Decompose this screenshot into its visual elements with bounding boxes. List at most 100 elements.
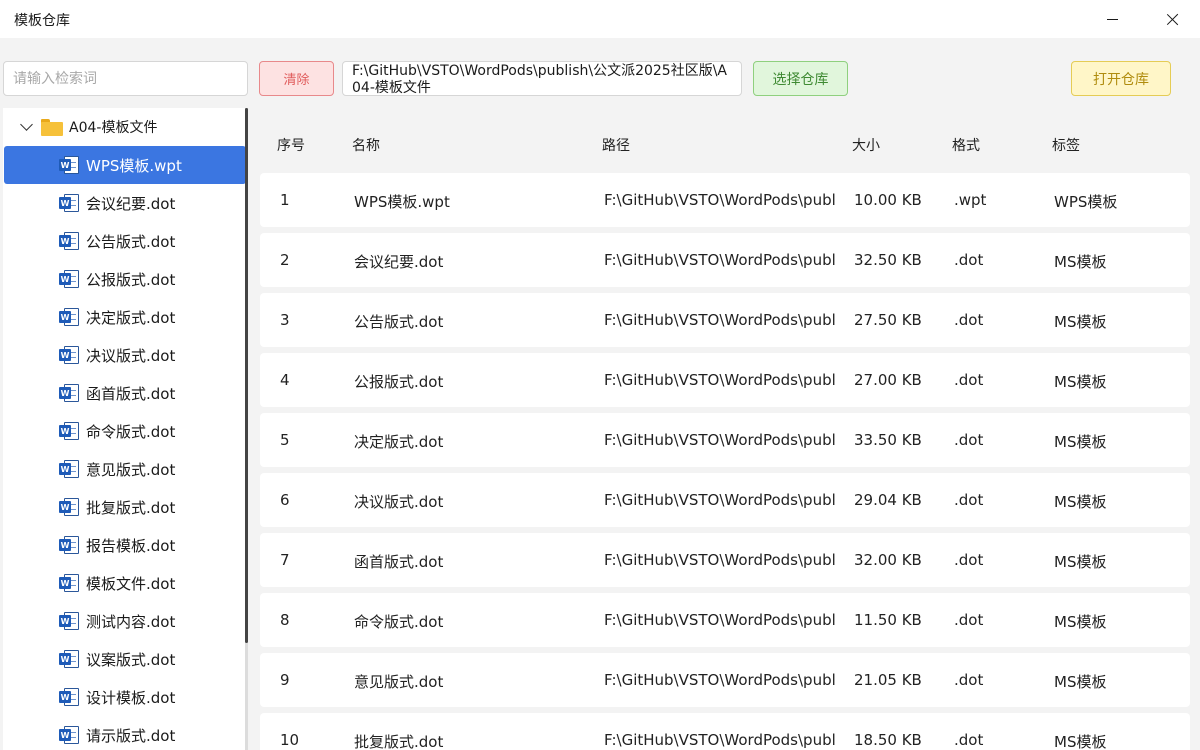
table-row[interactable]: 8 命令版式.dot F:\GitHub\VSTO\WordPods\publ 11.… <box>260 593 1190 647</box>
tree-item[interactable]: W 模板文件.dot <box>4 564 245 602</box>
tree-item-label: 议案版式.dot <box>86 650 176 669</box>
cell-path: F:\GitHub\VSTO\WordPods\publ <box>604 551 836 569</box>
cell-size: 33.50 KB <box>854 431 922 449</box>
tree-item-label: 模板文件.dot <box>86 574 176 593</box>
cell-path: F:\GitHub\VSTO\WordPods\publ <box>604 311 836 329</box>
cell-index: 8 <box>280 611 290 629</box>
tree-item[interactable]: W 请示版式.dot <box>4 716 245 750</box>
cell-format: .dot <box>954 611 984 629</box>
window-title: 模板仓库 <box>14 13 70 29</box>
file-tree: A04-模板文件 W WPS模板.wpt W 会议纪要.dot W 公告版式.dot W 公报… <box>3 108 248 750</box>
cell-size: 27.50 KB <box>854 311 922 329</box>
word-doc-icon: W <box>59 726 79 744</box>
cell-path: F:\GitHub\VSTO\WordPods\publ <box>604 251 836 269</box>
cell-name: 决定版式.dot <box>354 433 444 451</box>
cell-name: 决议版式.dot <box>354 493 444 511</box>
tree-item[interactable]: W 会议纪要.dot <box>4 184 245 222</box>
table-row[interactable]: 1 WPS模板.wpt F:\GitHub\VSTO\WordPods\publ 10… <box>260 173 1190 227</box>
table-row[interactable]: 2 会议纪要.dot F:\GitHub\VSTO\WordPods\publ 32.… <box>260 233 1190 287</box>
tree-item[interactable]: W 报告模板.dot <box>4 526 245 564</box>
cell-path: F:\GitHub\VSTO\WordPods\publ <box>604 431 836 449</box>
tree-item[interactable]: W 意见版式.dot <box>4 450 245 488</box>
cell-size: 18.50 KB <box>854 731 922 749</box>
tree-item-label: 公报版式.dot <box>86 270 176 289</box>
word-doc-icon: W <box>59 688 79 706</box>
cell-format: .dot <box>954 671 984 689</box>
table-row[interactable]: 4 公报版式.dot F:\GitHub\VSTO\WordPods\publ 27.… <box>260 353 1190 407</box>
tree-item[interactable]: W 决议版式.dot <box>4 336 245 374</box>
repo-path-field[interactable]: F:\GitHub\VSTO\WordPods\publish\公文派2025社… <box>342 61 742 96</box>
header-name[interactable]: 名称 <box>352 135 380 155</box>
cell-path: F:\GitHub\VSTO\WordPods\publ <box>604 491 836 509</box>
cell-tag: MS模板 <box>1054 433 1107 451</box>
close-icon <box>1166 13 1179 26</box>
cell-name: 批复版式.dot <box>354 733 444 750</box>
tree-item[interactable]: W 命令版式.dot <box>4 412 245 450</box>
cell-tag: MS模板 <box>1054 613 1107 631</box>
clear-button[interactable]: 清除 <box>259 61 334 96</box>
word-doc-icon: W <box>59 650 79 668</box>
search-input[interactable] <box>3 61 248 96</box>
tree-item-label: 报告模板.dot <box>86 536 176 555</box>
tree-item[interactable]: W 决定版式.dot <box>4 298 245 336</box>
header-index[interactable]: 序号 <box>277 135 305 155</box>
header-tag[interactable]: 标签 <box>1052 135 1080 155</box>
cell-tag: MS模板 <box>1054 313 1107 331</box>
cell-size: 32.00 KB <box>854 551 922 569</box>
minimize-button[interactable] <box>1082 0 1142 38</box>
tree-folder-node[interactable]: A04-模板文件 <box>3 116 245 138</box>
table-row[interactable]: 9 意见版式.dot F:\GitHub\VSTO\WordPods\publ 21.… <box>260 653 1190 707</box>
table-row[interactable]: 5 决定版式.dot F:\GitHub\VSTO\WordPods\publ 33.… <box>260 413 1190 467</box>
tree-item[interactable]: W WPS模板.wpt <box>4 146 245 184</box>
cell-format: .dot <box>954 431 984 449</box>
close-button[interactable] <box>1142 0 1200 38</box>
cell-index: 5 <box>280 431 290 449</box>
cell-format: .dot <box>954 551 984 569</box>
header-format[interactable]: 格式 <box>952 135 980 155</box>
table-row[interactable]: 6 决议版式.dot F:\GitHub\VSTO\WordPods\publ 29.… <box>260 473 1190 527</box>
word-doc-icon: W <box>59 384 79 402</box>
sidebar-scrollbar[interactable] <box>245 108 248 643</box>
table-row[interactable]: 3 公告版式.dot F:\GitHub\VSTO\WordPods\publ 27.… <box>260 293 1190 347</box>
tree-item[interactable]: W 公告版式.dot <box>4 222 245 260</box>
tree-item-label: 意见版式.dot <box>86 460 176 479</box>
tree-item-label: 决议版式.dot <box>86 346 176 365</box>
header-path[interactable]: 路径 <box>602 135 630 155</box>
tree-item-label: 请示版式.dot <box>86 726 176 745</box>
cell-size: 21.05 KB <box>854 671 922 689</box>
cell-name: 会议纪要.dot <box>354 253 444 271</box>
cell-size: 29.04 KB <box>854 491 922 509</box>
cell-format: .dot <box>954 311 984 329</box>
cell-tag: MS模板 <box>1054 733 1107 750</box>
minimize-icon <box>1106 18 1118 20</box>
word-doc-icon: W <box>59 308 79 326</box>
cell-index: 10 <box>280 731 300 749</box>
cell-format: .dot <box>954 371 984 389</box>
cell-name: 意见版式.dot <box>354 673 444 691</box>
open-repo-button[interactable]: 打开仓库 <box>1071 61 1171 96</box>
word-doc-icon: W <box>59 612 79 630</box>
tree-item[interactable]: W 批复版式.dot <box>4 488 245 526</box>
select-repo-button[interactable]: 选择仓库 <box>753 61 848 96</box>
tree-item-label: 测试内容.dot <box>86 612 176 631</box>
word-doc-icon: W <box>59 346 79 364</box>
cell-name: WPS模板.wpt <box>354 193 450 211</box>
cell-tag: WPS模板 <box>1054 193 1118 211</box>
cell-index: 4 <box>280 371 290 389</box>
table-row[interactable]: 10 批复版式.dot F:\GitHub\VSTO\WordPods\publ 18… <box>260 713 1190 750</box>
cell-size: 32.50 KB <box>854 251 922 269</box>
cell-path: F:\GitHub\VSTO\WordPods\publ <box>604 611 836 629</box>
cell-path: F:\GitHub\VSTO\WordPods\publ <box>604 731 836 749</box>
tree-item[interactable]: W 议案版式.dot <box>4 640 245 678</box>
tree-item[interactable]: W 设计模板.dot <box>4 678 245 716</box>
cell-name: 命令版式.dot <box>354 613 444 631</box>
table-row[interactable]: 7 函首版式.dot F:\GitHub\VSTO\WordPods\publ 32.… <box>260 533 1190 587</box>
title-bar: 模板仓库 <box>0 0 1200 38</box>
tree-item[interactable]: W 测试内容.dot <box>4 602 245 640</box>
tree-item[interactable]: W 公报版式.dot <box>4 260 245 298</box>
cell-tag: MS模板 <box>1054 553 1107 571</box>
word-doc-icon: W <box>59 536 79 554</box>
tree-item[interactable]: W 函首版式.dot <box>4 374 245 412</box>
chevron-down-icon[interactable] <box>20 118 33 131</box>
header-size[interactable]: 大小 <box>852 135 880 155</box>
